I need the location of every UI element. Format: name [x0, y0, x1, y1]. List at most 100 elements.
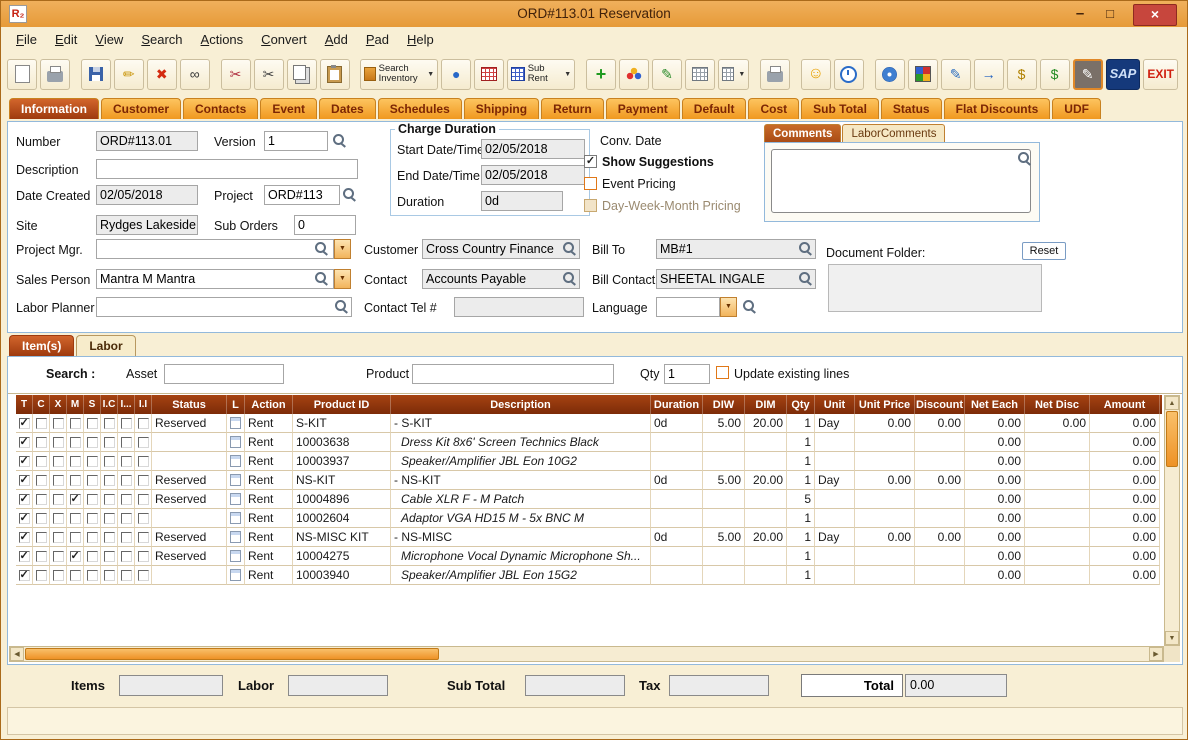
- sub-rent-dropdown-icon[interactable]: ▼: [564, 71, 571, 78]
- project-mgr-search-icon[interactable]: [314, 241, 328, 255]
- row-checkbox[interactable]: [87, 513, 98, 524]
- row-checkbox-cell[interactable]: [101, 547, 118, 566]
- row-checkbox-cell[interactable]: [33, 509, 50, 528]
- row-checkbox-cell[interactable]: [50, 414, 67, 433]
- row-checkbox[interactable]: [104, 475, 115, 486]
- row-checkbox[interactable]: [70, 570, 81, 581]
- row-checkbox[interactable]: [138, 437, 149, 448]
- column-header[interactable]: Amount: [1090, 395, 1160, 414]
- tab[interactable]: Cost: [748, 98, 799, 119]
- row-checkbox-cell[interactable]: [101, 509, 118, 528]
- row-checkbox[interactable]: [104, 551, 115, 562]
- action-cell[interactable]: Rent: [245, 414, 293, 433]
- row-checkbox[interactable]: [36, 551, 47, 562]
- row-checkbox[interactable]: [87, 532, 98, 543]
- customer-field[interactable]: Cross Country Finance: [422, 239, 580, 259]
- row-checkbox-cell[interactable]: [118, 414, 135, 433]
- cut-line-button[interactable]: ✂: [221, 59, 251, 90]
- row-checkbox-cell[interactable]: [135, 528, 152, 547]
- row-checkbox-cell[interactable]: [84, 414, 101, 433]
- column-header[interactable]: M: [67, 395, 84, 414]
- row-checkbox[interactable]: [121, 494, 132, 505]
- row-checkbox-cell[interactable]: [84, 566, 101, 585]
- row-checkbox[interactable]: [36, 418, 47, 429]
- row-checkbox-cell[interactable]: [50, 509, 67, 528]
- price-list-button[interactable]: $: [1007, 59, 1037, 90]
- table-row[interactable]: Rent 10003940 Speaker/Amplifier JBL Eon …: [16, 566, 1160, 585]
- row-checkbox[interactable]: [138, 551, 149, 562]
- row-checkbox-cell[interactable]: [67, 471, 84, 490]
- menu-item[interactable]: View: [86, 30, 132, 49]
- row-checkbox-cell[interactable]: [50, 471, 67, 490]
- menu-item[interactable]: Help: [398, 30, 443, 49]
- scroll-left-button[interactable]: ◀: [10, 647, 24, 661]
- table-row[interactable]: Rent 10003638 Dress Kit 8x6' Screen Tech…: [16, 433, 1160, 452]
- column-header[interactable]: I.I: [135, 395, 152, 414]
- row-checkbox-cell[interactable]: [118, 452, 135, 471]
- row-checkbox-cell[interactable]: [67, 509, 84, 528]
- row-checkbox[interactable]: [19, 513, 30, 524]
- duration-field[interactable]: 0d: [481, 191, 563, 211]
- row-checkbox-cell[interactable]: [33, 452, 50, 471]
- grid-view-alt-dropdown-icon[interactable]: ▼: [738, 71, 745, 78]
- row-checkbox-cell[interactable]: [101, 433, 118, 452]
- row-checkbox[interactable]: [53, 532, 64, 543]
- bill-contact-field[interactable]: SHEETAL INGALE: [656, 269, 816, 289]
- row-checkbox[interactable]: [19, 475, 30, 486]
- row-checkbox[interactable]: [104, 456, 115, 467]
- version-search-icon[interactable]: [332, 133, 346, 147]
- report-print-button[interactable]: [760, 59, 790, 90]
- row-checkbox-cell[interactable]: [135, 452, 152, 471]
- crew-grid-button[interactable]: [474, 59, 504, 90]
- event-pricing-checkbox[interactable]: [584, 177, 597, 190]
- row-checkbox[interactable]: [121, 437, 132, 448]
- row-checkbox-cell[interactable]: [67, 414, 84, 433]
- row-checkbox[interactable]: [53, 456, 64, 467]
- paste-button[interactable]: [320, 59, 350, 90]
- row-checkbox[interactable]: [19, 494, 30, 505]
- row-checkbox-cell[interactable]: [84, 490, 101, 509]
- row-checkbox-cell[interactable]: [135, 490, 152, 509]
- row-checkbox-cell[interactable]: [16, 433, 33, 452]
- table-row[interactable]: Rent 10003937 Speaker/Amplifier JBL Eon …: [16, 452, 1160, 471]
- asset-input[interactable]: [164, 364, 284, 384]
- disc-button[interactable]: [875, 59, 905, 90]
- column-header[interactable]: S: [84, 395, 101, 414]
- row-checkbox[interactable]: [19, 551, 30, 562]
- update-existing-lines-checkbox[interactable]: [716, 366, 729, 379]
- tab[interactable]: Contacts: [183, 98, 258, 119]
- row-checkbox-cell[interactable]: [67, 490, 84, 509]
- save-button[interactable]: [81, 59, 111, 90]
- tab[interactable]: UDF: [1052, 98, 1101, 119]
- menu-item[interactable]: Convert: [252, 30, 316, 49]
- customer-search-icon[interactable]: [562, 241, 576, 255]
- number-field[interactable]: ORD#113.01: [96, 131, 198, 151]
- row-checkbox[interactable]: [70, 475, 81, 486]
- sap-button[interactable]: SAP: [1106, 59, 1141, 90]
- menu-item[interactable]: Pad: [357, 30, 398, 49]
- project-mgr-field[interactable]: [96, 239, 334, 259]
- column-header[interactable]: Action: [245, 395, 293, 414]
- row-checkbox[interactable]: [138, 513, 149, 524]
- row-checkbox[interactable]: [121, 532, 132, 543]
- row-checkbox[interactable]: [87, 475, 98, 486]
- row-checkbox-cell[interactable]: [50, 433, 67, 452]
- row-checkbox[interactable]: [87, 418, 98, 429]
- row-checkbox-cell[interactable]: [101, 566, 118, 585]
- row-checkbox[interactable]: [36, 532, 47, 543]
- edit-doc-button[interactable]: ✎: [941, 59, 971, 90]
- language-field[interactable]: [656, 297, 720, 317]
- row-checkbox[interactable]: [53, 570, 64, 581]
- row-checkbox-cell[interactable]: [135, 414, 152, 433]
- comments-textarea[interactable]: [771, 149, 1031, 213]
- row-checkbox-cell[interactable]: [33, 471, 50, 490]
- bill-to-search-icon[interactable]: [798, 241, 812, 255]
- tab[interactable]: Status: [881, 98, 942, 119]
- row-checkbox-cell[interactable]: [33, 433, 50, 452]
- tab[interactable]: Customer: [101, 98, 181, 119]
- row-checkbox-cell[interactable]: [84, 528, 101, 547]
- language-search-icon[interactable]: [742, 299, 756, 313]
- comments-tab[interactable]: Comments: [764, 124, 841, 143]
- row-checkbox[interactable]: [87, 570, 98, 581]
- column-header[interactable]: DIM: [745, 395, 787, 414]
